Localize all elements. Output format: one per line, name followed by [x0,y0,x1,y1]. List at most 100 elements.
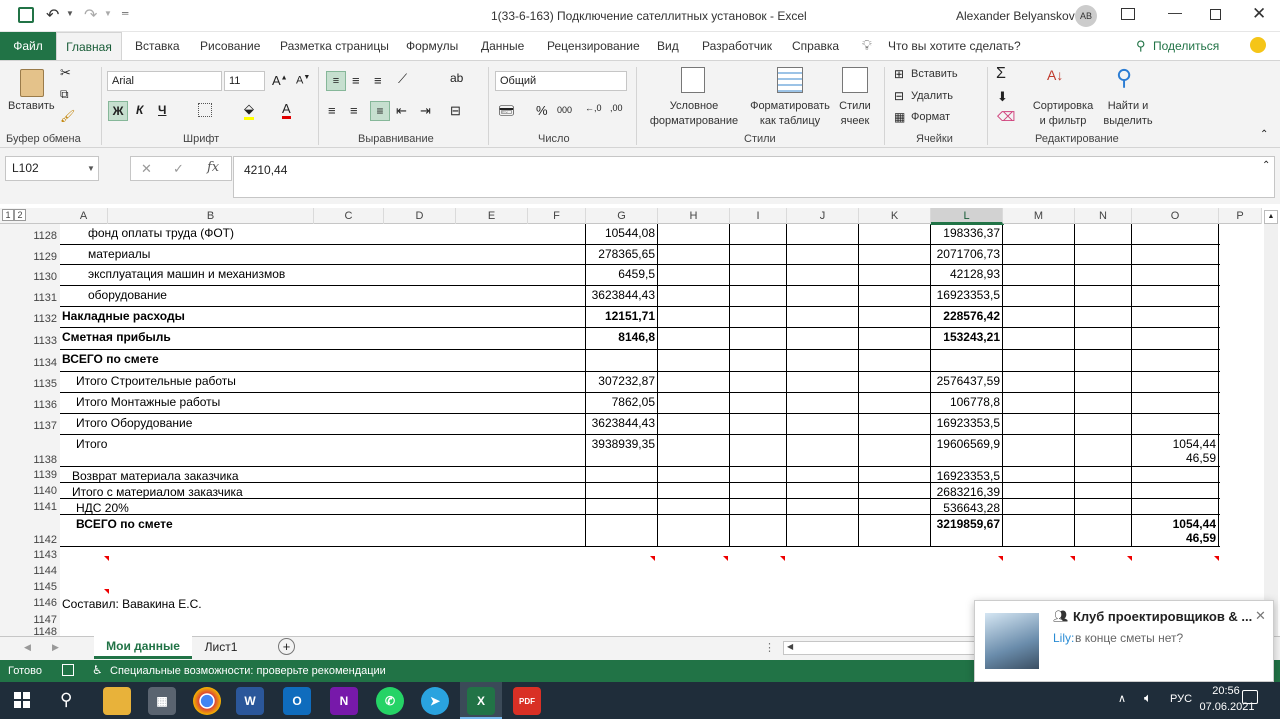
row-header[interactable]: 1137 [0,414,60,435]
align-left-icon[interactable]: ≡ [328,103,336,118]
comment-indicator[interactable] [780,556,785,561]
tab-review[interactable]: Рецензирование [547,39,640,53]
currency-icon[interactable]: 💳︎ [498,103,515,119]
row-header[interactable]: 1141 [0,499,60,515]
telegram-icon[interactable]: ➤ [421,687,449,715]
cell-g-value[interactable]: 3623844,43 [586,416,658,431]
row-label[interactable] [62,565,586,579]
italic-button[interactable]: К [136,103,143,117]
row-label[interactable]: Накладные расходы [62,309,586,328]
row-header[interactable]: 1134 [0,350,60,372]
cell-l-value[interactable]: 2576437,59 [931,374,1003,389]
add-sheet-icon[interactable]: + [278,638,295,655]
search-icon[interactable]: ⚲ [60,690,72,710]
accessibility-status[interactable]: Специальные возможности: проверьте реком… [110,665,386,677]
row-label[interactable]: фонд оплаты труда (ФОТ) [88,226,586,245]
delete-cells-button[interactable]: Удалить [911,89,953,104]
cell-l-value[interactable]: 19606569,9 [931,437,1003,452]
row-header[interactable]: 1146 [0,595,60,612]
number-format-combo[interactable]: Общий [495,71,627,91]
redo-dropdown-icon[interactable]: ▼ [104,9,112,18]
comment-indicator[interactable] [1070,556,1075,561]
comment-indicator[interactable] [1214,556,1219,561]
row-header[interactable]: 1133 [0,328,60,350]
orientation-icon[interactable]: ⟋ [398,71,407,87]
tab-developer[interactable]: Разработчик [702,39,772,53]
column-header-d[interactable]: D [384,208,456,224]
row-header[interactable]: 1138 [0,435,60,467]
collapse-ribbon-icon[interactable]: ⌃ [1260,129,1268,140]
chrome-icon[interactable] [193,687,221,715]
column-header-e[interactable]: E [456,208,528,224]
fill-color-icon[interactable]: ⬙ [244,101,254,120]
excel-icon[interactable]: X [467,687,495,715]
cell-o-value[interactable] [1132,395,1219,410]
row-header[interactable]: 1140 [0,483,60,499]
row-label[interactable]: ВСЕГО по смете [62,352,586,372]
outlook-icon[interactable]: O [283,687,311,715]
cell-o-value[interactable] [1132,288,1219,303]
row-label[interactable]: материалы [88,247,586,265]
paste-icon[interactable] [20,69,44,97]
cell-o-value[interactable]: 1054,44 [1132,437,1219,452]
close-icon[interactable]: ✕ [1252,4,1266,24]
save-icon[interactable] [18,7,34,23]
row-header[interactable]: 1144 [0,563,60,579]
horizontal-scrollbar[interactable] [783,641,983,655]
row-label[interactable]: Сметная прибыль [62,330,586,350]
insert-cells-icon[interactable]: ⊞ [894,67,904,81]
row-label[interactable] [62,581,586,595]
windows-start-icon[interactable] [14,692,30,708]
formula-input[interactable]: 4210,44 [233,156,1275,198]
cell-g-value[interactable]: 307232,87 [586,374,658,389]
format-cells-button[interactable]: Формат [911,110,950,125]
cell-g-value[interactable]: 3623844,43 [586,288,658,303]
align-center-icon[interactable]: ≡ [350,103,358,118]
sheet-tab-sheet1[interactable]: Лист1 [195,640,247,654]
smiley-icon[interactable] [1250,37,1266,53]
row-label[interactable] [62,614,586,628]
row-label[interactable]: ВСЕГО по смете [76,517,586,547]
sort-filter-button[interactable]: Сортировка и фильтр [1030,99,1096,129]
cell-g-value[interactable]: 278365,65 [586,247,658,262]
cell-g-value[interactable] [586,581,658,596]
cell-g-value[interactable] [586,549,658,564]
scroll-left-icon[interactable]: ◀ [787,642,793,651]
share-icon[interactable]: ⚲ [1136,38,1146,54]
format-cells-icon[interactable]: ▦ [894,110,905,124]
find-select-icon[interactable]: ⚲ [1116,65,1132,91]
decrease-font-icon[interactable]: A▼ [296,74,310,87]
worksheet-grid[interactable]: 1128 фонд оплаты труда (ФОТ) 10544,08 19833… [0,224,1262,636]
column-header-f[interactable]: F [528,208,586,224]
cell-g-value[interactable]: 3938939,35 [586,437,658,452]
cell-g-value[interactable] [586,614,658,629]
column-header-c[interactable]: C [314,208,384,224]
increase-indent-icon[interactable]: ⇥ [420,103,431,119]
onenote-icon[interactable]: N [330,687,358,715]
lightbulb-icon[interactable]: 💡︎ [862,37,872,54]
outline-level-2[interactable]: 2 [14,209,26,221]
row-label[interactable]: Возврат материала заказчика [72,469,586,483]
fill-icon[interactable]: ⬇ [997,89,1008,105]
cell-o-value[interactable] [1132,374,1219,389]
increase-decimal-icon[interactable]: ←,0 [585,103,602,113]
input-language[interactable]: РУС [1170,693,1192,705]
font-color-icon[interactable]: A [282,101,291,119]
comment-indicator[interactable] [104,589,109,594]
format-as-table-icon[interactable] [777,67,803,93]
comment-indicator[interactable] [104,556,109,561]
name-box[interactable]: L102 [5,156,99,181]
cell-l-value[interactable]: 106778,8 [931,395,1003,410]
column-header-k[interactable]: K [859,208,931,224]
cell-o-value[interactable] [1132,226,1219,241]
tab-split-handle[interactable]: ⋮ [764,641,775,654]
comment-indicator[interactable] [998,556,1003,561]
format-as-table-button[interactable]: Форматировать как таблицу [745,99,835,129]
row-header[interactable]: 1128 [0,224,60,245]
cell-styles-icon[interactable] [842,67,868,93]
column-header-i[interactable]: I [730,208,787,224]
tab-page-layout[interactable]: Разметка страницы [280,39,389,53]
cut-icon[interactable]: ✂ [60,65,71,81]
cell-l-value[interactable]: 198336,37 [931,226,1003,241]
autosum-icon[interactable]: Σ [996,65,1006,83]
